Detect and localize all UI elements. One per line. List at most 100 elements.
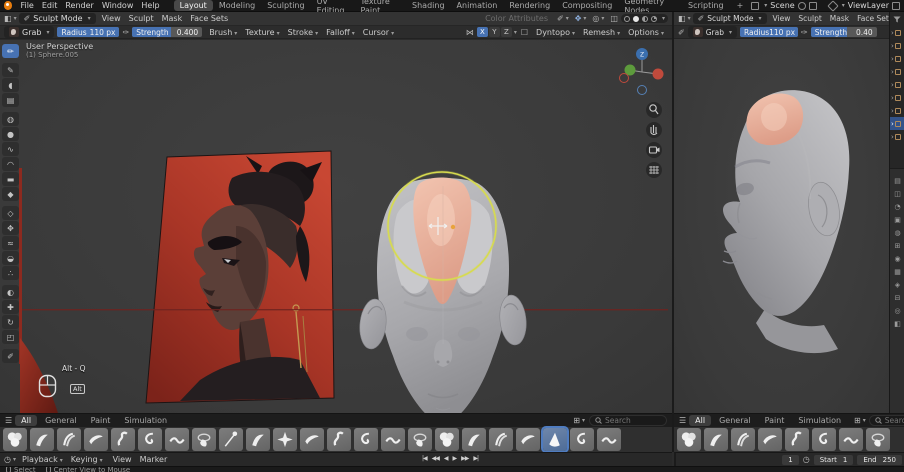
sculpt-head[interactable]	[357, 177, 528, 424]
radius-slider[interactable]: Radius 110 px	[739, 27, 798, 37]
current-frame-field[interactable]: 1	[782, 454, 799, 465]
outliner-row[interactable]: ›	[890, 65, 904, 78]
brush-selector[interactable]: Grab ▾	[687, 26, 737, 38]
shelf-search[interactable]	[868, 415, 904, 426]
brush-thumbnail[interactable]	[3, 428, 27, 451]
expand-chevron-icon[interactable]: ›	[891, 68, 894, 76]
brush-thumbnail[interactable]	[84, 428, 108, 451]
brush-thumbnail[interactable]	[731, 428, 755, 451]
symmetry-z-toggle[interactable]: Z	[500, 27, 512, 37]
viewlayer-selector[interactable]: ViewLayer	[848, 1, 889, 10]
tool-inflate[interactable]: ◍	[2, 112, 19, 126]
gizmo-toggle-icon[interactable]: ✥ ▾	[575, 14, 587, 23]
clock-icon[interactable]: ◷ ▾	[4, 455, 16, 464]
shelf-tab-all[interactable]: All	[689, 415, 712, 426]
menu-brush[interactable]: Brush ▾	[205, 28, 241, 37]
ortho-toggle-button[interactable]	[646, 162, 662, 178]
expand-chevron-icon[interactable]: ›	[891, 29, 894, 37]
workspace-tab-animation[interactable]: Animation	[451, 0, 504, 11]
strength-slider[interactable]: Strength 0.400	[132, 27, 203, 37]
brush-thumbnail[interactable]	[354, 428, 378, 451]
camera-view-button[interactable]	[646, 142, 662, 158]
brush-thumbnail[interactable]	[246, 428, 270, 451]
menu-file[interactable]: File	[16, 1, 37, 10]
shading-material-button[interactable]	[641, 15, 648, 22]
menu-view[interactable]: View	[98, 14, 125, 23]
menu-face-sets[interactable]: Face Sets	[186, 14, 232, 23]
tool-move[interactable]: ✚	[2, 300, 19, 314]
brush-thumbnail[interactable]	[219, 428, 243, 451]
dyntopo-menu[interactable]: Dyntopo ▾	[532, 28, 579, 37]
menu-texture[interactable]: Texture ▾	[241, 28, 283, 37]
sculpt-head-side[interactable]	[722, 90, 850, 354]
workspace-tab-sculpting[interactable]: Sculpting	[261, 0, 310, 11]
tool-crease[interactable]: ∿	[2, 142, 19, 156]
outliner-row[interactable]: ›	[890, 104, 904, 117]
expand-chevron-icon[interactable]: ›	[891, 94, 894, 102]
tool-draw[interactable]: ✏	[2, 44, 19, 58]
menu-falloff[interactable]: Falloff ▾	[322, 28, 359, 37]
properties-tab-0[interactable]: ▤	[894, 177, 901, 185]
menu-view[interactable]: View	[109, 455, 136, 464]
properties-tab-4[interactable]: ◍	[894, 229, 900, 237]
shelf-tab-paint[interactable]: Paint	[85, 415, 117, 426]
tool-clay-strips[interactable]: ▤	[2, 93, 19, 107]
pressure-toggle-icon[interactable]: ✑	[122, 28, 129, 37]
frame-end-field[interactable]: End 250	[857, 454, 902, 465]
brush-thumbnail[interactable]	[812, 428, 836, 451]
tool-annotate[interactable]: ✐	[2, 349, 19, 363]
workspace-tab-layout[interactable]: Layout	[173, 0, 213, 11]
remesh-menu[interactable]: Remesh ▾	[579, 28, 624, 37]
tool-pose[interactable]: ∴	[2, 266, 19, 280]
menu-mask[interactable]: Mask	[826, 14, 853, 23]
symmetry-x-toggle[interactable]: X	[476, 27, 488, 37]
symmetry-y-toggle[interactable]: Y	[488, 27, 500, 37]
properties-tab-5[interactable]: ⊞	[895, 242, 901, 250]
workspace-tab-rendering[interactable]: Rendering	[503, 0, 556, 11]
shelf-tab-general[interactable]: General	[39, 415, 83, 426]
editor-type-icon[interactable]: ◧ ▾	[4, 14, 17, 23]
tool-thumb[interactable]: ◒	[2, 251, 19, 265]
jump-to-start-button[interactable]: |◀	[420, 455, 429, 462]
menu-face-sets[interactable]: Face Sets	[853, 14, 889, 23]
tool-blob[interactable]: ●	[2, 127, 19, 141]
brush-thumbnail[interactable]	[839, 428, 863, 451]
workspace-tab-modeling[interactable]: Modeling	[213, 0, 261, 11]
tool-snake-hook[interactable]: ≈	[2, 236, 19, 250]
tool-rotate[interactable]: ↻	[2, 315, 19, 329]
shelf-search[interactable]	[589, 415, 667, 426]
jump-to-end-button[interactable]: ▶|	[471, 455, 480, 462]
expand-chevron-icon[interactable]: ›	[891, 120, 894, 128]
scene-selector[interactable]: Scene	[770, 1, 794, 10]
expand-chevron-icon[interactable]: ›	[891, 42, 894, 50]
expand-chevron-icon[interactable]: ›	[891, 133, 894, 141]
brush-thumbnail[interactable]	[327, 428, 351, 451]
play-button[interactable]: ▶	[451, 455, 459, 462]
brush-thumbnail[interactable]	[408, 428, 432, 451]
brush-thumbnail[interactable]	[866, 428, 890, 451]
editor-type-icon[interactable]: ◧ ▾	[678, 14, 691, 23]
options-menu[interactable]: Options ▾	[624, 28, 668, 37]
brush-thumbnail[interactable]	[111, 428, 135, 451]
play-reverse-button[interactable]: ◀	[442, 455, 450, 462]
menu-playback[interactable]: Playback ▾	[18, 455, 67, 464]
search-input[interactable]	[884, 416, 904, 425]
filter-icon[interactable]	[893, 16, 901, 23]
outliner-row[interactable]: ›	[890, 39, 904, 52]
new-scene-icon[interactable]	[808, 1, 817, 10]
strength-slider[interactable]: Strength 0.40	[810, 27, 877, 37]
tool-grab[interactable]: ✥	[2, 221, 19, 235]
tool-pinch[interactable]: ◇	[2, 206, 19, 220]
menu-stroke[interactable]: Stroke ▾	[284, 28, 323, 37]
brush-thumbnail[interactable]	[677, 428, 701, 451]
outliner-row[interactable]: ›	[890, 26, 904, 39]
shading-rendered-button[interactable]	[650, 15, 657, 22]
menu-view[interactable]: View	[769, 14, 795, 23]
menu-sculpt[interactable]: Sculpt	[125, 14, 158, 23]
brush-thumbnail[interactable]	[541, 426, 569, 453]
axis-z-neg-ball[interactable]	[637, 85, 647, 95]
brush-thumbnail[interactable]	[30, 428, 54, 451]
add-workspace-button[interactable]: +	[731, 0, 750, 11]
workspace-tab-shading[interactable]: Shading	[406, 0, 451, 11]
menu-marker[interactable]: Marker	[136, 455, 172, 464]
